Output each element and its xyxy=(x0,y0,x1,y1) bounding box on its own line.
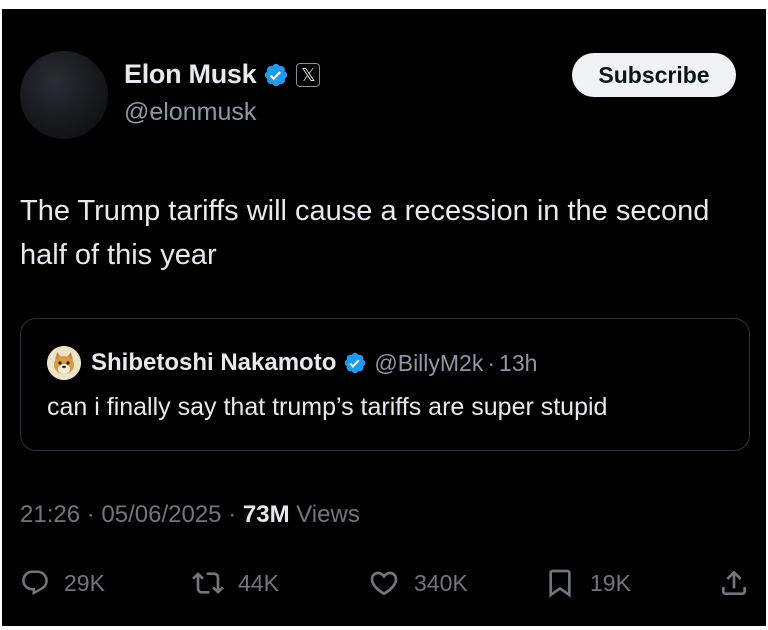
repost-icon xyxy=(192,572,224,594)
quote-avatar[interactable] xyxy=(47,346,81,380)
verified-icon xyxy=(265,63,288,86)
reply-button[interactable]: 29K xyxy=(20,563,105,603)
subscribe-button[interactable]: Subscribe xyxy=(572,53,736,97)
meta-separator: · xyxy=(228,501,243,528)
tweet-date[interactable]: 05/06/2025 xyxy=(101,501,221,528)
tweet-card: Elon Musk 𝕏 @elonmusk Subscribe The Trum… xyxy=(2,9,766,626)
views-label: Views xyxy=(296,501,360,528)
quote-separator: · xyxy=(487,349,496,376)
like-count: 340K xyxy=(414,569,468,596)
bookmark-button[interactable]: 19K xyxy=(544,563,631,603)
bookmark-count: 19K xyxy=(590,569,631,596)
views-count: 73M xyxy=(242,501,290,528)
tweet-meta: 21:26 · 05/06/2025 · 73M Views xyxy=(20,501,360,529)
like-button[interactable]: 340K xyxy=(368,563,468,603)
action-bar: 29K 44K 340K 19K xyxy=(20,563,750,603)
like-icon xyxy=(370,571,398,596)
author-handle[interactable]: @elonmusk xyxy=(124,98,256,127)
quote-text: can i finally say that trump’s tariffs a… xyxy=(47,393,608,421)
verified-icon xyxy=(345,352,366,374)
meta-separator: · xyxy=(86,501,102,528)
quote-header: Shibetoshi Nakamoto @BillyM2k · 13h xyxy=(47,346,537,380)
x-affiliate-icon[interactable]: 𝕏 xyxy=(296,62,321,87)
reply-icon xyxy=(22,570,48,596)
tweet-text: The Trump tariffs will cause a recession… xyxy=(20,195,710,271)
quote-age: 13h xyxy=(499,349,538,376)
share-button[interactable] xyxy=(718,563,764,603)
quoted-tweet[interactable]: Shibetoshi Nakamoto @BillyM2k · 13h can … xyxy=(20,318,750,451)
author-name-row: Elon Musk 𝕏 xyxy=(124,59,321,90)
quote-author-name[interactable]: Shibetoshi Nakamoto xyxy=(91,349,336,377)
repost-count: 44K xyxy=(238,569,279,596)
shiba-avatar-icon xyxy=(47,346,81,380)
bookmark-icon xyxy=(549,569,571,598)
tweet-time[interactable]: 21:26 xyxy=(20,501,80,528)
share-icon xyxy=(722,570,746,595)
repost-button[interactable]: 44K xyxy=(192,563,279,603)
author-name[interactable]: Elon Musk xyxy=(124,59,257,90)
quote-author-handle[interactable]: @BillyM2k xyxy=(374,350,483,377)
author-avatar[interactable] xyxy=(20,51,108,139)
reply-count: 29K xyxy=(64,569,105,596)
